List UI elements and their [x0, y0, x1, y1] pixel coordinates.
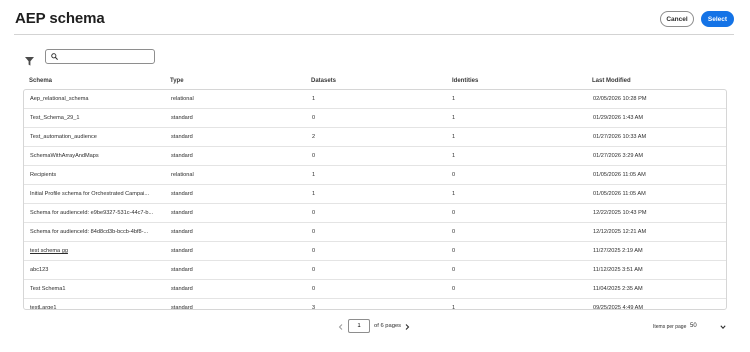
cell-last-modified: 01/27/2026 10:33 AM	[593, 134, 647, 140]
cell-type: standard	[171, 286, 193, 292]
page-number-input[interactable]	[348, 319, 370, 333]
column-header-schema[interactable]: Schema	[29, 78, 52, 84]
cell-last-modified: 01/05/2026 11:05 AM	[593, 191, 646, 197]
cell-schema: Test Schema1	[30, 286, 66, 292]
cell-type: standard	[171, 134, 193, 140]
cell-type: standard	[171, 229, 193, 235]
table-row[interactable]: testLarge1 standard 3 1 09/25/2025 4:49 AM	[24, 299, 726, 310]
cell-last-modified: 01/05/2026 11:05 AM	[593, 172, 646, 178]
cell-type: standard	[171, 267, 193, 273]
cell-schema: Recipients	[30, 172, 57, 178]
cell-datasets: 0	[312, 229, 316, 235]
chevron-right-icon[interactable]	[404, 324, 410, 330]
cell-type: standard	[171, 305, 193, 310]
table-row[interactable]: Test Schema1 standard 0 0 11/04/2025 2:35 AM	[24, 280, 726, 299]
cell-datasets: 1	[312, 191, 316, 197]
pagination: of 6 pages Items per page 50	[0, 319, 750, 335]
cell-type: standard	[171, 248, 193, 254]
cell-schema: Schema for audienceId: 84d8cd3b-bccb-4bf…	[30, 229, 149, 235]
cell-last-modified: 09/25/2025 4:49 AM	[593, 305, 644, 310]
table-row[interactable]: Initial Profile schema for Orchestrated …	[24, 185, 726, 204]
cell-datasets: 0	[312, 153, 316, 159]
cell-schema: SchemaWithArrayAndMaps	[30, 153, 99, 159]
cell-type: relational	[171, 96, 194, 102]
cell-schema: Test_automation_audience	[30, 134, 97, 140]
cell-type: standard	[171, 153, 193, 159]
column-header-last-modified[interactable]: Last Modified	[592, 78, 631, 84]
cell-last-modified: 01/27/2026 3:29 AM	[593, 153, 644, 159]
cell-identities: 0	[452, 229, 456, 235]
filter-icon[interactable]	[25, 53, 34, 66]
cell-identities: 1	[452, 96, 456, 102]
table-row[interactable]: Recipients relational 1 0 01/05/2026 11:05 A…	[24, 166, 726, 185]
cell-schema: testLarge1	[30, 305, 57, 310]
search-icon	[51, 53, 58, 60]
search-field[interactable]	[45, 49, 155, 64]
table-row[interactable]: Test_Schema_29_1 standard 0 1 01/29/2026 1:4…	[24, 109, 726, 128]
cell-last-modified: 12/12/2025 12:21 AM	[593, 229, 647, 235]
cell-datasets: 0	[312, 210, 316, 216]
cell-last-modified: 02/05/2026 10:28 PM	[593, 96, 647, 102]
table-row[interactable]: Aep_relational_schema relational 1 1 02/05/2…	[24, 90, 726, 109]
cell-type: standard	[171, 115, 193, 121]
table-row[interactable]: Schema for audienceId: e9be9327-531c-44c…	[24, 204, 726, 223]
cancel-button[interactable]: Cancel	[660, 11, 694, 27]
chevron-left-icon[interactable]	[338, 324, 344, 330]
items-per-page-value[interactable]: 50	[690, 323, 697, 329]
cell-type: standard	[171, 210, 193, 216]
schema-table: Aep_relational_schema relational 1 1 02/05/2…	[23, 89, 727, 310]
cell-datasets: 1	[312, 172, 316, 178]
table-row[interactable]: test schema gg standard 0 0 11/27/2025 2:19 …	[24, 242, 726, 261]
cell-schema: Aep_relational_schema	[30, 96, 89, 102]
table-row[interactable]: Test_automation_audience standard 2 1 01/27/…	[24, 128, 726, 147]
cell-identities: 1	[452, 305, 456, 310]
cell-datasets: 0	[312, 286, 316, 292]
cell-schema: Schema for audienceId: e9be9327-531c-44c…	[30, 210, 154, 216]
cell-identities: 1	[452, 191, 456, 197]
cell-schema: test schema gg	[30, 248, 68, 254]
column-header-identities[interactable]: Identities	[452, 78, 478, 84]
chevron-down-icon[interactable]	[720, 324, 726, 330]
cell-last-modified: 01/29/2026 1:43 AM	[593, 115, 644, 121]
cell-identities: 0	[452, 267, 456, 273]
search-input[interactable]	[62, 51, 152, 62]
cell-identities: 1	[452, 115, 456, 121]
cell-last-modified: 11/04/2025 2:35 AM	[593, 286, 643, 292]
column-header-type[interactable]: Type	[170, 78, 184, 84]
cell-schema: Test_Schema_29_1	[30, 115, 80, 121]
column-header-datasets[interactable]: Datasets	[311, 78, 336, 84]
cell-identities: 0	[452, 248, 456, 254]
cell-datasets: 0	[312, 248, 316, 254]
items-per-page-label: Items per page	[653, 324, 687, 330]
header: AEP schema Cancel Select	[0, 0, 750, 36]
cell-identities: 1	[452, 134, 456, 140]
table-row[interactable]: Schema for audienceId: 84d8cd3b-bccb-4bf…	[24, 223, 726, 242]
page-count-label: of 6 pages	[374, 323, 402, 329]
cell-datasets: 3	[312, 305, 316, 310]
cell-schema: abc123	[30, 267, 49, 273]
cell-datasets: 0	[312, 115, 316, 121]
cell-datasets: 2	[312, 134, 316, 140]
table-row[interactable]: SchemaWithArrayAndMaps standard 0 1 01/27/20…	[24, 147, 726, 166]
cell-type: relational	[171, 172, 194, 178]
select-button[interactable]: Select	[701, 11, 734, 27]
cell-identities: 1	[452, 153, 456, 159]
cell-datasets: 1	[312, 96, 316, 102]
table-row[interactable]: abc123 standard 0 0 11/12/2025 3:51 AM	[24, 261, 726, 280]
cell-last-modified: 12/22/2025 10:43 PM	[593, 210, 647, 216]
cell-identities: 0	[452, 172, 456, 178]
header-divider	[14, 34, 734, 35]
page-title: AEP schema	[15, 10, 105, 27]
cell-datasets: 0	[312, 267, 316, 273]
cell-identities: 0	[452, 210, 456, 216]
cell-schema: Initial Profile schema for Orchestrated …	[30, 191, 150, 197]
cell-last-modified: 11/12/2025 3:51 AM	[593, 267, 643, 273]
cell-last-modified: 11/27/2025 2:19 AM	[593, 248, 643, 254]
cell-type: standard	[171, 191, 193, 197]
cell-identities: 0	[452, 286, 456, 292]
